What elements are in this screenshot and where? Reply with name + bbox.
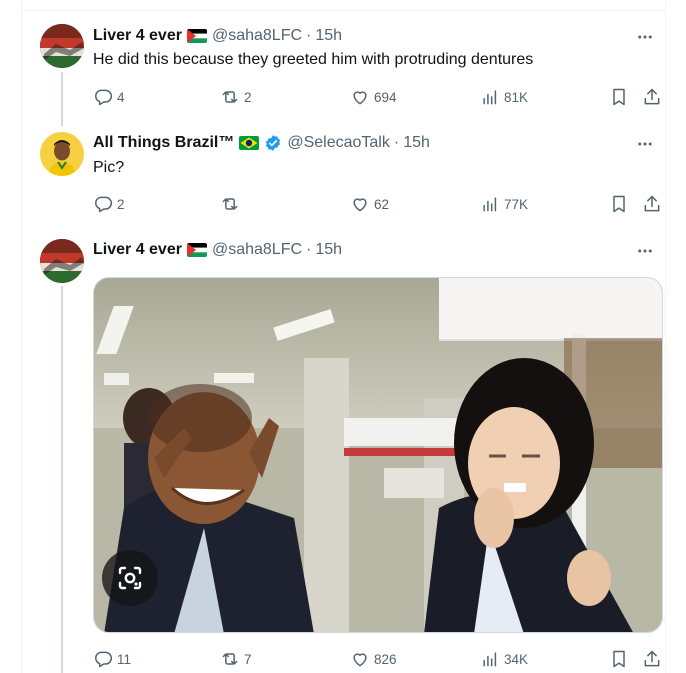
avatar[interactable] [40, 132, 84, 176]
repost-button[interactable] [220, 193, 244, 215]
bookmark-icon [613, 195, 625, 213]
user-handle[interactable]: @SelecaoTalk [287, 134, 390, 152]
tweet-text: Pic? [93, 159, 125, 176]
analytics-icon [483, 90, 497, 105]
brazil-flag-icon [239, 136, 260, 150]
repost-button[interactable]: 2 [220, 86, 252, 108]
heart-icon [353, 91, 367, 105]
tweet[interactable]: Liver 4 ever @saha8LFC · 15h He did this… [22, 0, 665, 120]
separator-dot: · [393, 134, 400, 151]
separator-dot: · [306, 241, 312, 258]
bookmark-button[interactable] [609, 648, 629, 670]
share-button[interactable] [642, 648, 662, 670]
reply-count: 2 [117, 196, 125, 212]
like-count: 62 [374, 196, 390, 212]
reply-icon [95, 89, 113, 106]
timestamp[interactable]: 15h [315, 241, 342, 259]
repost-count: 2 [244, 89, 252, 105]
user-handle[interactable]: @saha8LFC [212, 27, 302, 45]
analytics-icon [483, 197, 497, 212]
heart-icon [353, 653, 367, 667]
palestine-flag-icon [186, 29, 207, 43]
tweet-photo[interactable] [93, 277, 663, 633]
share-icon [644, 88, 660, 105]
heart-icon [353, 198, 367, 212]
repost-icon [222, 653, 238, 665]
like-button[interactable]: 826 [350, 648, 397, 670]
camera-lens-icon [118, 566, 142, 590]
photo-image [94, 278, 662, 632]
reply-button[interactable]: 2 [93, 193, 125, 215]
analytics-icon [483, 652, 497, 667]
timestamp[interactable]: 15h [315, 27, 342, 45]
display-name[interactable]: Liver 4 ever [93, 241, 182, 259]
avatar[interactable] [40, 239, 84, 283]
tweet-header: Liver 4 ever @saha8LFC · 15h [93, 239, 342, 261]
like-button[interactable]: 62 [350, 193, 389, 215]
display-name[interactable]: All Things Brazil™ [93, 134, 234, 152]
repost-icon [222, 198, 238, 210]
views-button[interactable]: 34K [480, 648, 528, 670]
like-button[interactable]: 694 [350, 86, 397, 108]
action-bar: 2 62 77K [93, 193, 663, 215]
reply-icon [95, 196, 113, 213]
reply-button[interactable]: 11 [93, 648, 131, 670]
repost-icon [222, 91, 238, 103]
share-icon [644, 650, 660, 667]
palestine-flag-icon [186, 243, 207, 257]
like-count: 826 [374, 651, 397, 667]
bookmark-icon [613, 88, 625, 106]
tweet-text: He did this because they greeted him wit… [93, 51, 534, 68]
tweet[interactable]: All Things Brazil™ @SelecaoTalk · 15h Pi… [22, 120, 665, 230]
view-count: 34K [504, 651, 529, 667]
reply-count: 4 [117, 89, 125, 105]
action-bar: 4 2 694 81K [93, 86, 663, 108]
reply-button[interactable]: 4 [93, 86, 125, 108]
bookmark-icon [613, 650, 625, 668]
more-options-icon[interactable] [633, 239, 657, 263]
reply-count: 11 [117, 651, 132, 667]
views-button[interactable]: 81K [480, 86, 528, 108]
view-count: 77K [504, 196, 529, 212]
avatar[interactable] [40, 24, 84, 68]
share-button[interactable] [642, 193, 662, 215]
more-options-icon[interactable] [633, 132, 657, 156]
bookmark-button[interactable] [609, 86, 629, 108]
conversation-thread: Liver 4 ever @saha8LFC · 15h He did this… [0, 0, 686, 673]
share-button[interactable] [642, 86, 662, 108]
user-handle[interactable]: @saha8LFC [212, 241, 302, 259]
repost-button[interactable]: 7 [220, 648, 252, 670]
more-options-icon[interactable] [633, 25, 657, 49]
bookmark-button[interactable] [609, 193, 629, 215]
visual-search-button[interactable] [102, 550, 158, 606]
like-count: 694 [374, 89, 397, 105]
verified-badge-icon[interactable] [264, 134, 282, 152]
column-border-right [665, 0, 666, 673]
timestamp[interactable]: 15h [403, 134, 430, 152]
reply-icon [95, 651, 113, 668]
tweet-header: All Things Brazil™ @SelecaoTalk · 15h [93, 132, 430, 154]
action-bar: 11 7 826 34K [93, 648, 663, 670]
tweet-header: Liver 4 ever @saha8LFC · 15h [93, 25, 342, 47]
separator-dot: · [306, 27, 312, 44]
views-button[interactable]: 77K [480, 193, 528, 215]
display-name[interactable]: Liver 4 ever [93, 27, 182, 45]
repost-count: 7 [244, 651, 252, 667]
share-icon [644, 195, 660, 212]
view-count: 81K [504, 89, 529, 105]
tweet[interactable]: Liver 4 ever @saha8LFC · 15h 11 7 826 34… [22, 230, 665, 673]
